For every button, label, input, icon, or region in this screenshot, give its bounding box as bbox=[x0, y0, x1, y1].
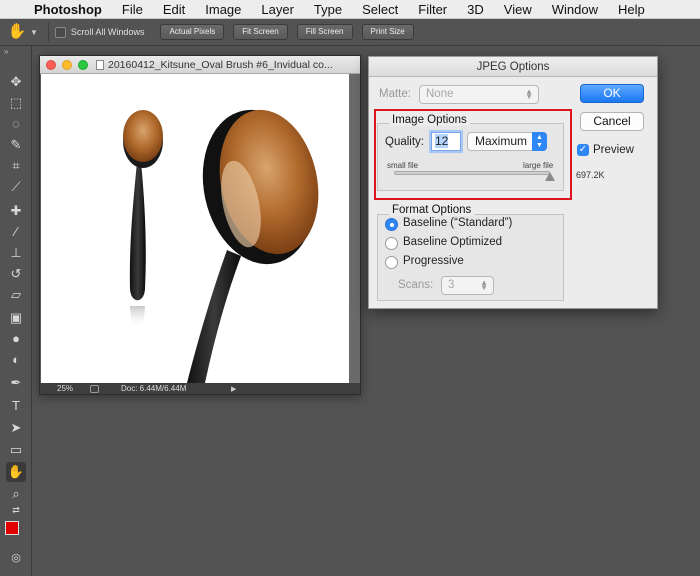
menu-edit[interactable]: Edit bbox=[153, 0, 195, 19]
matte-select[interactable]: None ▲ ▼ bbox=[419, 85, 539, 104]
file-size-readout: 697.2K bbox=[576, 170, 605, 180]
dodge-icon[interactable]: ◐ bbox=[6, 350, 26, 370]
baseline-optimized-label[interactable]: Baseline Optimized bbox=[403, 236, 502, 248]
cancel-button[interactable]: Cancel bbox=[580, 112, 644, 131]
menu-select[interactable]: Select bbox=[352, 0, 408, 19]
document-icon bbox=[96, 59, 104, 70]
hand-tool-icon[interactable]: ✋ bbox=[4, 22, 30, 42]
document-title: 20160412_Kitsune_Oval Brush #6_Invidual … bbox=[108, 58, 333, 71]
matte-label: Matte: bbox=[379, 88, 411, 100]
fill-screen-button[interactable]: Fill Screen bbox=[296, 24, 353, 40]
print-size-button[interactable]: Print Size bbox=[361, 24, 414, 40]
marquee-icon[interactable]: ⬚ bbox=[6, 93, 26, 113]
format-options-title: Format Options bbox=[389, 204, 475, 216]
image-canvas[interactable] bbox=[41, 74, 349, 383]
dialog-title: JPEG Options bbox=[369, 57, 657, 77]
menu-layer[interactable]: Layer bbox=[251, 0, 304, 19]
ok-button[interactable]: OK bbox=[580, 84, 644, 103]
document-titlebar: 20160412_Kitsune_Oval Brush #6_Invidual … bbox=[40, 56, 360, 74]
eyedropper-icon[interactable]: ⟋ bbox=[6, 177, 26, 197]
menu-file[interactable]: File bbox=[112, 0, 153, 19]
tools-panel: » ✥ ⬚ ◌ ✎ ⌗ ⟋ ✚ ∕ ⊥ ↺ ▱ ▣ ● ◐ ✒ T ➤ ▭ ✋ … bbox=[0, 46, 32, 576]
healing-brush-icon[interactable]: ✚ bbox=[6, 201, 26, 221]
lasso-icon[interactable]: ◌ bbox=[6, 114, 26, 134]
menu-bar: Photoshop File Edit Image Layer Type Sel… bbox=[0, 0, 700, 19]
crop-icon[interactable]: ⌗ bbox=[6, 156, 26, 176]
baseline-optimized-radio[interactable] bbox=[385, 237, 398, 250]
baseline-standard-radio[interactable] bbox=[385, 218, 398, 231]
quick-select-icon[interactable]: ✎ bbox=[6, 135, 26, 155]
history-brush-icon[interactable]: ↺ bbox=[6, 264, 26, 284]
scans-label: Scans: bbox=[398, 279, 434, 291]
preview-checkbox[interactable]: ✓ bbox=[577, 144, 589, 156]
matte-value: None bbox=[426, 88, 454, 100]
menu-3d[interactable]: 3D bbox=[457, 0, 494, 19]
menu-window[interactable]: Window bbox=[542, 0, 608, 19]
progressive-radio[interactable] bbox=[385, 256, 398, 269]
scroll-all-windows-label: Scroll All Windows bbox=[70, 27, 145, 37]
tool-preset-chevron-down-icon[interactable]: ▼ bbox=[30, 28, 38, 37]
blur-icon[interactable]: ● bbox=[6, 329, 26, 349]
rectangle-icon[interactable]: ▭ bbox=[6, 440, 26, 460]
menu-help[interactable]: Help bbox=[608, 0, 655, 19]
doc-size: Doc: 6.44M/6.44M bbox=[121, 384, 187, 393]
preview-label[interactable]: Preview bbox=[593, 144, 634, 156]
panel-collapse-icon[interactable]: » bbox=[0, 46, 31, 58]
zoom-level[interactable]: 25% bbox=[40, 384, 90, 393]
matte-stepper-icon: ▲ ▼ bbox=[525, 87, 533, 101]
swap-colors-icon[interactable]: ⇄ bbox=[6, 500, 26, 520]
brush-product-photo bbox=[123, 109, 319, 383]
status-menu-arrow-icon[interactable]: ▶ bbox=[231, 385, 236, 393]
options-divider bbox=[47, 22, 49, 42]
zoom-window-icon[interactable] bbox=[78, 59, 88, 70]
brush-icon[interactable]: ∕ bbox=[6, 222, 26, 242]
eraser-icon[interactable]: ▱ bbox=[6, 285, 26, 305]
baseline-standard-label[interactable]: Baseline (“Standard”) bbox=[403, 217, 512, 229]
options-bar: ✋ ▼ Scroll All Windows Actual Pixels Fit… bbox=[0, 19, 700, 46]
move-icon[interactable]: ✥ bbox=[6, 72, 26, 92]
scroll-all-windows-checkbox[interactable] bbox=[54, 26, 66, 38]
image-options-highlight bbox=[374, 109, 572, 200]
menu-type[interactable]: Type bbox=[304, 0, 352, 19]
close-window-icon[interactable] bbox=[46, 59, 56, 70]
clone-stamp-icon[interactable]: ⊥ bbox=[6, 243, 26, 263]
path-select-icon[interactable]: ➤ bbox=[6, 418, 26, 438]
pen-icon[interactable]: ✒ bbox=[6, 373, 26, 393]
document-window: 20160412_Kitsune_Oval Brush #6_Invidual … bbox=[39, 55, 361, 395]
scans-stepper-icon: ▲ ▼ bbox=[480, 278, 488, 292]
actual-pixels-button[interactable]: Actual Pixels bbox=[160, 24, 225, 40]
menu-image[interactable]: Image bbox=[195, 0, 251, 19]
document-status-bar: 25% Doc: 6.44M/6.44M ▶ bbox=[40, 383, 360, 394]
scans-value: 3 bbox=[448, 279, 455, 291]
canvas-scrollbar[interactable] bbox=[349, 74, 360, 383]
minimize-window-icon[interactable] bbox=[62, 59, 72, 70]
fit-screen-button[interactable]: Fit Screen bbox=[233, 24, 288, 40]
type-icon[interactable]: T bbox=[6, 396, 26, 416]
hand-icon[interactable]: ✋ bbox=[6, 462, 26, 482]
status-info-icon[interactable] bbox=[90, 384, 99, 393]
progressive-label[interactable]: Progressive bbox=[403, 255, 464, 267]
gradient-icon[interactable]: ▣ bbox=[6, 308, 26, 328]
quick-mask-icon[interactable]: ◎ bbox=[6, 548, 26, 568]
menu-filter[interactable]: Filter bbox=[408, 0, 457, 19]
foreground-color-swatch[interactable] bbox=[5, 521, 19, 535]
menu-view[interactable]: View bbox=[494, 0, 542, 19]
menu-app-name[interactable]: Photoshop bbox=[30, 0, 112, 19]
scans-select[interactable]: 3 ▲ ▼ bbox=[441, 276, 494, 295]
